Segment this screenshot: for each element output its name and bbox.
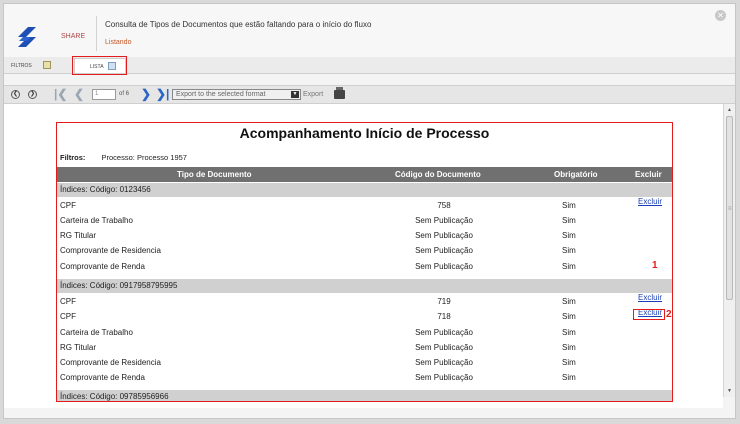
lista-tab-highlight — [72, 56, 127, 75]
cell-tipo: Comprovante de Residencia — [60, 358, 161, 367]
grip-icon: ≡ — [728, 206, 732, 212]
tab-filtros[interactable]: FILTROS — [8, 58, 56, 73]
excluir-link[interactable]: Excluir — [638, 293, 662, 302]
close-icon[interactable]: ✕ — [715, 10, 726, 21]
page-subtitle: Listando — [105, 39, 132, 46]
report-filters: Filtros: Processo: Processo 1957 — [60, 153, 187, 162]
cell-tipo: RG Titular — [60, 343, 97, 352]
annotation-marker-2: 2 — [666, 309, 672, 320]
annotation-marker-1: 1 — [652, 260, 658, 271]
table-row: Comprovante de Renda Sem Publicação Sim … — [57, 259, 672, 274]
group-header-label: Índices: Código: 0917958795995 — [60, 281, 178, 290]
cell-codigo: 758 — [437, 201, 451, 210]
header: SHARE Consulta de Tipos de Documentos qu… — [4, 4, 735, 57]
cell-codigo: Sem Publicação — [415, 216, 473, 225]
cell-tipo: CPF — [60, 312, 76, 321]
table-row: CPF 718 Sim Excluir 2 — [57, 308, 672, 324]
page-count: of 6 — [119, 91, 130, 97]
cell-tipo: Carteira de Trabalho — [60, 216, 133, 225]
app-window: SHARE Consulta de Tipos de Documentos qu… — [3, 3, 736, 419]
cell-obrigatorio: Sim — [562, 231, 576, 240]
cell-codigo: Sem Publicação — [415, 358, 473, 367]
cell-codigo: Sem Publicação — [415, 231, 473, 240]
cell-codigo: Sem Publicação — [415, 373, 473, 382]
cell-codigo: 718 — [437, 312, 451, 321]
excluir-link[interactable]: Excluir — [638, 197, 662, 206]
cell-codigo: Sem Publicação — [415, 262, 473, 271]
cell-tipo: Comprovante de Renda — [60, 373, 145, 382]
cell-obrigatorio: Sim — [562, 246, 576, 255]
last-page-icon[interactable]: ❯| — [156, 87, 169, 101]
share-logo-icon — [18, 27, 36, 47]
page-number-input[interactable]: 1 — [92, 89, 116, 100]
scroll-up-icon[interactable]: ▲ — [727, 107, 732, 113]
cell-obrigatorio: Sim — [562, 373, 576, 382]
export-format-value: Export to the selected format — [176, 91, 266, 98]
cell-obrigatorio: Sim — [562, 216, 576, 225]
cell-tipo: RG Titular — [60, 231, 97, 240]
filters-value: Processo: Processo 1957 — [101, 153, 187, 162]
group-header: Índices: Código: 0917958795995 — [57, 279, 672, 293]
cell-obrigatorio: Sim — [562, 297, 576, 306]
report-title: Acompanhamento Início de Processo — [239, 125, 490, 141]
app-name: SHARE — [61, 33, 86, 40]
report-page: Acompanhamento Início de Processo Filtro… — [56, 122, 673, 402]
table-header: Tipo de Documento Código do Documento Ob… — [57, 167, 672, 182]
cell-obrigatorio: Sim — [562, 328, 576, 337]
cell-tipo: CPF — [60, 297, 76, 306]
scrollbar-thumb[interactable]: ≡ — [726, 116, 733, 300]
cell-obrigatorio: Sim — [562, 262, 576, 271]
cell-tipo: CPF — [60, 201, 76, 210]
table-row: Comprovante de Residencia Sem Publicação… — [57, 355, 672, 370]
filter-icon — [43, 61, 51, 69]
cell-codigo: 719 — [437, 297, 451, 306]
export-format-select[interactable]: Export to the selected format ▼ — [172, 89, 301, 100]
cell-tipo: Comprovante de Renda — [60, 262, 145, 271]
column-header-codigo: Código do Documento — [395, 170, 481, 179]
group-header-label: Índices: Código: 0123456 — [60, 185, 151, 194]
vertical-scrollbar[interactable]: ▲ ≡ ▼ — [723, 104, 735, 397]
filters-label: Filtros: — [60, 153, 86, 162]
forward-icon[interactable]: ❯ — [28, 90, 37, 99]
cell-obrigatorio: Sim — [562, 312, 576, 321]
table-row: RG Titular Sem Publicação Sim — [57, 340, 672, 355]
report-viewer: Acompanhamento Início de Processo Filtro… — [4, 104, 723, 408]
table-row: Carteira de Trabalho Sem Publicação Sim — [57, 325, 672, 340]
cell-tipo: Carteira de Trabalho — [60, 328, 133, 337]
chevron-down-icon: ▼ — [291, 91, 299, 98]
first-page-icon[interactable]: |❮ — [54, 87, 67, 101]
group-header: Índices: Código: 0123456 — [57, 183, 672, 197]
column-header-tipo: Tipo de Documento — [177, 170, 252, 179]
export-button[interactable]: Export — [303, 91, 323, 98]
table-row: Comprovante de Residencia Sem Publicação… — [57, 243, 672, 258]
column-header-excluir: Excluir — [635, 170, 662, 179]
next-page-icon[interactable]: ❯ — [141, 87, 151, 101]
table-row: RG Titular Sem Publicação Sim — [57, 228, 672, 243]
tab-filtros-label: FILTROS — [11, 63, 32, 69]
cell-obrigatorio: Sim — [562, 343, 576, 352]
column-header-obrigatorio: Obrigatório — [554, 170, 598, 179]
scroll-down-icon[interactable]: ▼ — [727, 388, 732, 394]
group-header-label: Índices: Código: 09785956966 — [60, 392, 169, 401]
table-row: Carteira de Trabalho Sem Publicação Sim — [57, 213, 672, 228]
cell-codigo: Sem Publicação — [415, 343, 473, 352]
table-row: CPF 719 Sim Excluir — [57, 293, 672, 309]
cell-obrigatorio: Sim — [562, 358, 576, 367]
prev-page-icon[interactable]: ❮ — [74, 87, 84, 101]
page-title: Consulta de Tipos de Documentos que estã… — [105, 20, 372, 29]
table-row: CPF 758 Sim Excluir — [57, 197, 672, 213]
header-divider — [96, 16, 97, 51]
cell-obrigatorio: Sim — [562, 201, 576, 210]
report-toolbar: ❮ ❯ |❮ ❮ 1 of 6 ❯ ❯| Export to the selec… — [4, 85, 735, 104]
cell-tipo: Comprovante de Residencia — [60, 246, 161, 255]
cell-codigo: Sem Publicação — [415, 246, 473, 255]
print-icon[interactable] — [334, 87, 345, 99]
group-header: Índices: Código: 09785956966 — [57, 390, 672, 401]
cell-codigo: Sem Publicação — [415, 328, 473, 337]
back-icon[interactable]: ❮ — [11, 90, 20, 99]
table-row: Comprovante de Renda Sem Publicação Sim — [57, 370, 672, 385]
excluir-highlight — [633, 309, 665, 320]
